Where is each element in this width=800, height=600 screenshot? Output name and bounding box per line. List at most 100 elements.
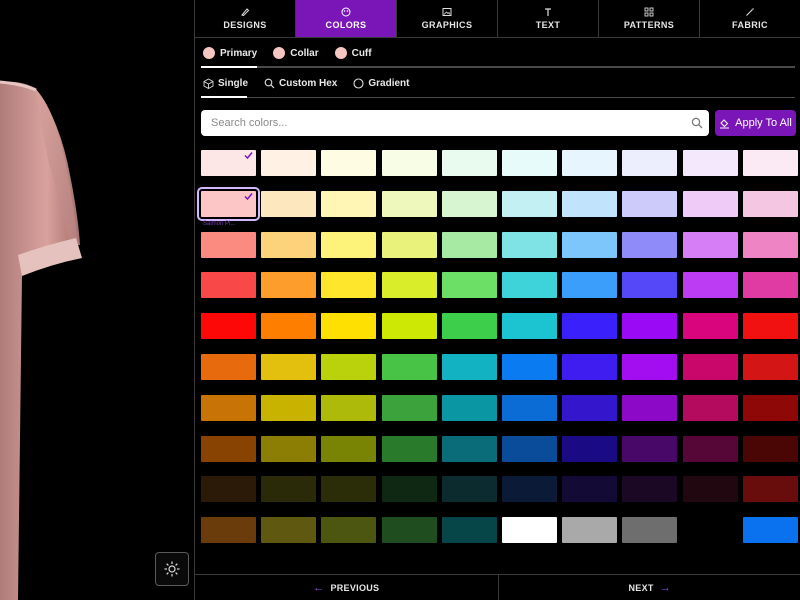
color-swatch[interactable]	[622, 313, 678, 340]
color-swatch[interactable]	[742, 517, 798, 544]
lighting-toggle-button[interactable]	[155, 552, 189, 586]
color-swatch[interactable]	[502, 150, 557, 176]
color-swatch[interactable]	[622, 476, 678, 503]
color-swatch[interactable]	[742, 190, 798, 217]
color-swatch[interactable]	[381, 190, 437, 217]
color-swatch[interactable]	[321, 517, 377, 544]
color-swatch[interactable]	[682, 190, 738, 217]
color-swatch[interactable]	[261, 517, 317, 544]
color-swatch[interactable]	[261, 150, 317, 176]
color-swatch[interactable]	[622, 272, 678, 299]
color-swatch[interactable]	[201, 517, 256, 544]
color-swatch[interactable]	[682, 272, 738, 299]
mode-single[interactable]: Single	[201, 78, 248, 89]
tab-patterns[interactable]: PATTERNS	[599, 0, 700, 37]
tab-designs[interactable]: DESIGNS	[195, 0, 296, 37]
color-swatch[interactable]	[441, 476, 497, 503]
color-swatch[interactable]	[622, 150, 678, 176]
color-swatch[interactable]	[562, 150, 618, 176]
part-cuff[interactable]: Cuff	[334, 47, 372, 59]
tab-graphics[interactable]: GRAPHICS	[397, 0, 498, 37]
color-swatch[interactable]	[562, 190, 618, 217]
color-swatch[interactable]	[201, 354, 256, 380]
color-swatch[interactable]	[381, 394, 437, 421]
color-swatch[interactable]	[201, 231, 256, 258]
color-swatch[interactable]	[622, 231, 678, 258]
color-swatch[interactable]	[682, 150, 738, 176]
color-swatch[interactable]	[502, 190, 557, 217]
part-collar[interactable]: Collar	[273, 47, 319, 59]
color-swatch[interactable]	[622, 517, 678, 544]
color-swatch[interactable]	[441, 394, 497, 421]
mode-custom-hex[interactable]: Custom Hex	[262, 78, 337, 89]
color-swatch[interactable]	[321, 190, 377, 217]
color-swatch[interactable]	[321, 435, 377, 462]
color-swatch[interactable]	[321, 150, 377, 176]
color-swatch[interactable]	[321, 394, 377, 421]
color-swatch[interactable]	[562, 272, 618, 299]
color-swatch[interactable]	[622, 394, 678, 421]
color-search-input[interactable]	[201, 110, 709, 136]
color-swatch[interactable]	[201, 272, 256, 299]
color-swatch[interactable]	[502, 435, 557, 462]
color-swatch[interactable]	[381, 272, 437, 299]
tab-fabric[interactable]: FABRIC	[700, 0, 800, 37]
color-swatch[interactable]	[261, 435, 317, 462]
color-swatch[interactable]	[441, 354, 497, 380]
color-swatch[interactable]	[261, 394, 317, 421]
color-swatch[interactable]	[321, 313, 377, 340]
color-swatch[interactable]	[562, 231, 618, 258]
color-swatch[interactable]	[682, 435, 738, 462]
color-swatch[interactable]	[502, 231, 557, 258]
color-swatch[interactable]	[381, 517, 437, 544]
color-swatch[interactable]	[381, 231, 437, 258]
color-swatch[interactable]	[441, 517, 497, 544]
color-swatch[interactable]	[261, 476, 317, 503]
color-swatch[interactable]	[742, 476, 798, 503]
color-swatch[interactable]	[201, 435, 256, 462]
color-swatch[interactable]	[682, 394, 738, 421]
color-swatch[interactable]	[562, 517, 618, 544]
color-swatch[interactable]	[742, 354, 798, 380]
color-swatch[interactable]	[441, 272, 497, 299]
color-swatch[interactable]	[321, 231, 377, 258]
color-swatch[interactable]	[261, 354, 317, 380]
color-swatch[interactable]	[502, 313, 557, 340]
color-swatch[interactable]	[441, 190, 497, 217]
color-swatch[interactable]	[321, 476, 377, 503]
color-swatch[interactable]	[441, 435, 497, 462]
color-swatch[interactable]	[261, 231, 317, 258]
color-swatch[interactable]	[682, 476, 738, 503]
apply-to-all-button[interactable]: Apply To All	[715, 110, 796, 136]
color-swatch[interactable]	[502, 272, 557, 299]
color-swatch[interactable]	[381, 435, 437, 462]
color-swatch[interactable]	[562, 435, 618, 462]
color-swatch[interactable]	[622, 435, 678, 462]
color-swatch[interactable]	[502, 517, 557, 544]
color-swatch[interactable]	[201, 394, 256, 421]
color-swatch[interactable]	[441, 231, 497, 258]
color-swatch[interactable]	[441, 313, 497, 340]
color-swatch[interactable]	[261, 190, 317, 217]
color-swatch[interactable]	[682, 231, 738, 258]
color-swatch[interactable]	[622, 354, 678, 380]
color-swatch[interactable]	[441, 150, 497, 176]
previous-button[interactable]: ← PREVIOUS	[195, 575, 499, 600]
color-swatch[interactable]	[381, 476, 437, 503]
color-swatch[interactable]	[321, 272, 377, 299]
color-swatch[interactable]	[682, 354, 738, 380]
color-swatch[interactable]	[562, 394, 618, 421]
color-swatch[interactable]	[742, 435, 798, 462]
color-swatch[interactable]	[742, 150, 798, 176]
part-primary[interactable]: Primary	[203, 47, 257, 59]
tab-text[interactable]: TEXT	[498, 0, 599, 37]
color-swatch[interactable]	[321, 354, 377, 380]
color-swatch[interactable]	[261, 313, 317, 340]
color-swatch[interactable]	[682, 517, 738, 544]
color-swatch[interactable]	[562, 354, 618, 380]
color-swatch[interactable]	[742, 272, 798, 299]
color-swatch[interactable]	[502, 354, 557, 380]
color-swatch[interactable]	[201, 150, 256, 176]
color-swatch[interactable]	[201, 476, 256, 503]
color-swatch[interactable]	[197, 186, 260, 221]
